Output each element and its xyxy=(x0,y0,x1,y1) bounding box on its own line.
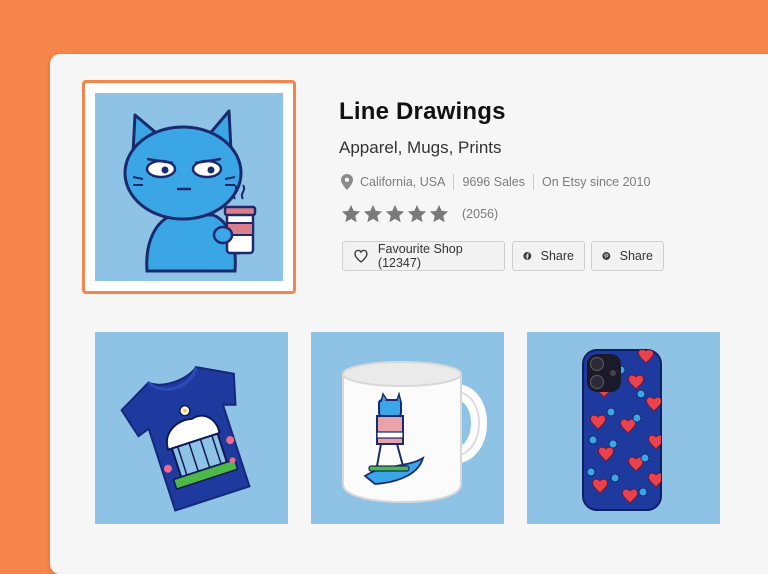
divider xyxy=(453,174,455,190)
review-count[interactable]: (2056) xyxy=(462,207,498,221)
mug-image xyxy=(342,361,487,504)
star-icon xyxy=(407,204,427,223)
shop-avatar[interactable] xyxy=(82,80,296,294)
star-icon xyxy=(363,204,383,223)
facebook-share-button[interactable]: Share xyxy=(512,241,585,271)
shop-rating[interactable]: (2056) xyxy=(340,203,498,225)
facebook-share-label: Share xyxy=(540,249,574,263)
pinterest-share-label: Share xyxy=(619,249,653,263)
cat-illustration xyxy=(95,93,283,281)
shop-title: Line Drawings xyxy=(339,98,506,125)
shop-location: California, USA xyxy=(360,175,446,189)
star-icon xyxy=(341,204,361,223)
tshirt-image xyxy=(120,365,251,512)
shop-meta: California, USA 9696 Sales On Etsy since… xyxy=(341,173,650,191)
favourite-shop-label: Favourite Shop (12347) xyxy=(377,242,463,270)
pinterest-icon xyxy=(602,252,611,260)
shop-sales[interactable]: 9696 Sales xyxy=(462,175,525,189)
favourite-shop-button[interactable]: Favourite Shop (12347) xyxy=(342,241,505,271)
pinterest-share-button[interactable]: Share xyxy=(591,241,664,271)
divider xyxy=(533,174,535,190)
shop-since: On Etsy since 2010 xyxy=(542,175,651,189)
phone-case-image xyxy=(582,349,662,511)
star-icon xyxy=(385,204,405,223)
map-pin-icon xyxy=(341,174,353,190)
facebook-icon xyxy=(523,252,532,260)
product-tile-tshirt[interactable] xyxy=(95,332,288,524)
product-tile-mug[interactable] xyxy=(311,332,504,524)
shop-subtitle: Apparel, Mugs, Prints xyxy=(339,138,502,157)
product-tile-phone-case[interactable] xyxy=(527,332,720,524)
heart-icon xyxy=(354,249,368,263)
star-icon xyxy=(429,204,449,223)
